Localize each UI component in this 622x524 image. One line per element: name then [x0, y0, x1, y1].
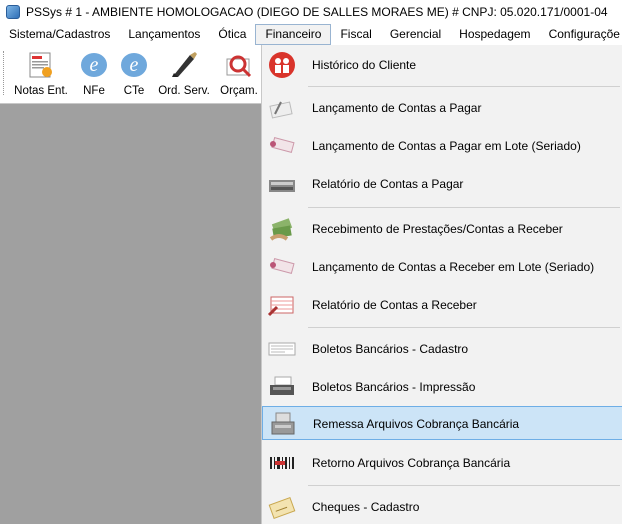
toolbar-grip[interactable]	[3, 51, 6, 95]
mdi-workspace	[0, 104, 262, 524]
menu-item-label: Cheques - Cadastro	[312, 500, 420, 514]
nfe-label: NFe	[83, 85, 105, 97]
menu-item-lancamento-contas-receber-lote[interactable]: Lançamento de Contas a Receber em Lote (…	[262, 250, 622, 284]
menu-fiscal[interactable]: Fiscal	[331, 24, 380, 45]
title-bar: PSSys # 1 - AMBIENTE HOMOLOGACAO (DIEGO …	[0, 0, 622, 24]
menu-item-lancamento-contas-pagar-lote[interactable]: Lançamento de Contas a Pagar em Lote (Se…	[262, 129, 622, 163]
svg-text:e: e	[90, 54, 99, 76]
boleto-register-icon	[267, 335, 297, 363]
menu-item-label: Remessa Arquivos Cobrança Bancária	[313, 417, 520, 431]
menu-item-cheques-cadastro[interactable]: Cheques - Cadastro	[262, 490, 622, 524]
nfe-icon: e	[78, 49, 110, 81]
service-order-icon	[168, 49, 200, 81]
menu-lancamentos[interactable]: Lançamentos	[119, 24, 209, 45]
menu-item-label: Relatório de Contas a Pagar	[312, 177, 464, 191]
menu-item-label: Boletos Bancários - Impressão	[312, 380, 476, 394]
invoice-icon	[25, 49, 57, 81]
money-icon	[267, 215, 297, 243]
nfe-button[interactable]: e NFe	[74, 49, 114, 101]
ord-serv-label: Ord. Serv.	[158, 85, 210, 97]
menu-item-label: Lançamento de Contas a Receber em Lote (…	[312, 260, 595, 274]
boleto-print-icon	[267, 373, 297, 401]
check-icon	[267, 493, 297, 521]
payable-batch-icon	[267, 132, 297, 160]
cte-button[interactable]: e CTe	[114, 49, 154, 101]
menu-gerencial[interactable]: Gerencial	[381, 24, 450, 45]
window-title: PSSys # 1 - AMBIENTE HOMOLOGACAO (DIEGO …	[26, 5, 608, 19]
menu-bar: Sistema/Cadastros Lançamentos Ótica Fina…	[0, 24, 622, 45]
client-history-icon	[267, 51, 297, 79]
menu-item-boletos-cadastro[interactable]: Boletos Bancários - Cadastro	[262, 332, 622, 366]
menu-item-label: Retorno Arquivos Cobrança Bancária	[312, 456, 511, 470]
ord-serv-button[interactable]: Ord. Serv.	[156, 49, 212, 101]
cte-label: CTe	[123, 85, 145, 97]
menu-item-relatorio-contas-receber[interactable]: Relatório de Contas a Receber	[262, 288, 622, 322]
receivable-report-icon	[267, 291, 297, 319]
orcam-button[interactable]: Orçam.	[216, 49, 262, 101]
financeiro-dropdown: Histórico do Cliente Lançamento de Conta…	[261, 45, 622, 524]
menu-separator	[308, 207, 620, 208]
orcam-label: Orçam.	[220, 85, 258, 97]
app-icon	[6, 5, 20, 19]
menu-otica[interactable]: Ótica	[209, 24, 255, 45]
menu-configuracoes[interactable]: Configuraçõe	[540, 24, 622, 45]
svg-text:e: e	[130, 54, 139, 76]
menu-financeiro[interactable]: Financeiro	[255, 24, 332, 45]
remittance-icon	[268, 410, 298, 438]
quote-icon	[223, 49, 255, 81]
barcode-return-icon	[267, 449, 297, 477]
menu-item-lancamento-contas-pagar[interactable]: Lançamento de Contas a Pagar	[262, 91, 622, 125]
menu-item-label: Boletos Bancários - Cadastro	[312, 342, 469, 356]
notas-ent-label: Notas Ent.	[14, 85, 68, 97]
menu-item-label: Recebimento de Prestações/Contas a Receb…	[312, 222, 563, 236]
cte-icon: e	[118, 49, 150, 81]
menu-item-label: Histórico do Cliente	[312, 58, 417, 72]
menu-item-boletos-impressao[interactable]: Boletos Bancários - Impressão	[262, 370, 622, 404]
menu-item-label: Lançamento de Contas a Pagar	[312, 101, 482, 115]
payable-report-icon	[267, 170, 297, 198]
menu-item-recebimento-prestacoes[interactable]: Recebimento de Prestações/Contas a Receb…	[262, 212, 622, 246]
menu-separator	[308, 86, 620, 87]
menu-separator	[308, 485, 620, 486]
menu-item-label: Relatório de Contas a Receber	[312, 298, 477, 312]
payable-entry-icon	[267, 94, 297, 122]
menu-item-remessa-arquivos[interactable]: Remessa Arquivos Cobrança Bancária	[262, 406, 622, 440]
menu-item-retorno-arquivos[interactable]: Retorno Arquivos Cobrança Bancária	[262, 446, 622, 480]
menu-separator	[308, 327, 620, 328]
receivable-batch-icon	[267, 253, 297, 281]
notas-ent-button[interactable]: Notas Ent.	[12, 49, 70, 101]
menu-hospedagem[interactable]: Hospedagem	[450, 24, 539, 45]
menu-item-relatorio-contas-pagar[interactable]: Relatório de Contas a Pagar	[262, 167, 622, 201]
menu-sistema-cadastros[interactable]: Sistema/Cadastros	[0, 24, 119, 45]
toolbar: Notas Ent. e NFe e CTe Ord. Serv. Orçam.	[0, 45, 262, 104]
menu-item-label: Lançamento de Contas a Pagar em Lote (Se…	[312, 139, 581, 153]
menu-item-historico-cliente[interactable]: Histórico do Cliente	[262, 48, 622, 82]
